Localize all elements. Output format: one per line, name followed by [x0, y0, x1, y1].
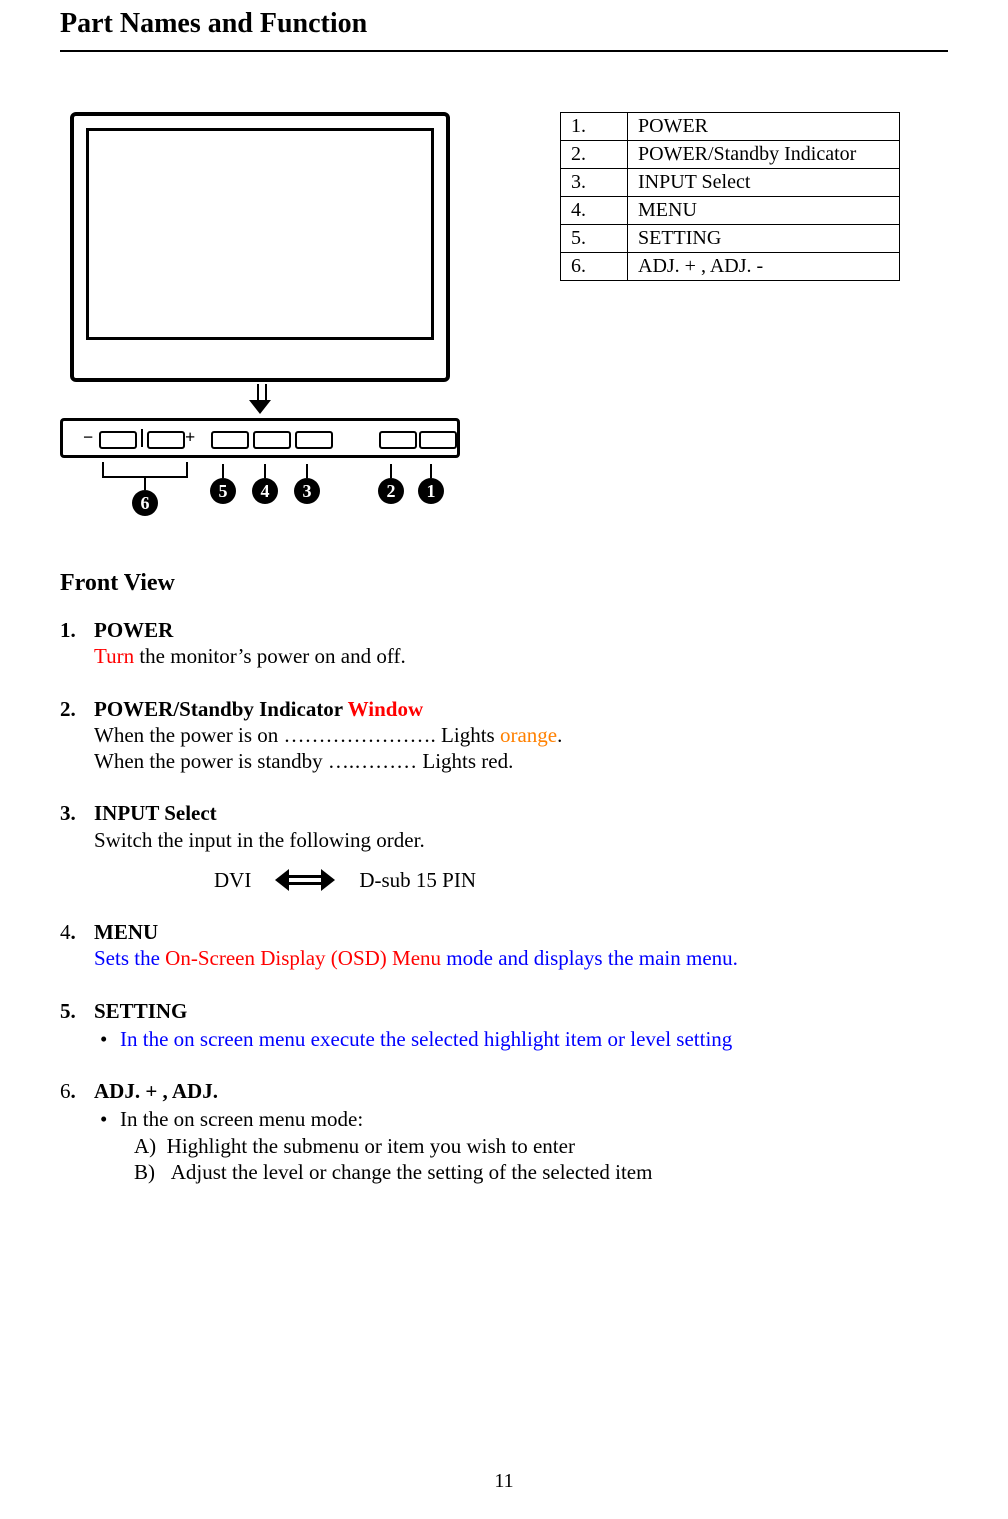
panel-callouts: 6 5 4 3 2 1 — [60, 464, 460, 520]
panel-power — [419, 431, 457, 449]
arrow-down-icon — [247, 384, 273, 414]
panel-plus-label: + — [185, 427, 195, 448]
table-row: 6.ADJ. + , ADJ. - — [561, 253, 900, 281]
input-swap-line: DVI D-sub 15 PIN — [214, 867, 948, 893]
table-row: 3.INPUT Select — [561, 169, 900, 197]
item-number: 5. — [60, 998, 94, 1053]
item-title: MENU — [94, 919, 948, 945]
callout-2: 2 — [378, 464, 404, 504]
item-number: 6. — [60, 1078, 94, 1185]
swap-arrow-icon — [275, 871, 335, 889]
front-item-6: 6. ADJ. + , ADJ. In the on screen menu m… — [60, 1078, 948, 1185]
panel-indicator — [379, 431, 417, 449]
item-text: Switch the input in the following order. — [94, 827, 948, 853]
item-sublist: A) Highlight the submenu or item you wis… — [134, 1133, 948, 1186]
item-title: INPUT Select — [94, 800, 948, 826]
panel-menu — [253, 431, 291, 449]
panel-minus-label: − — [83, 427, 93, 448]
swap-right-label: D-sub 15 PIN — [359, 867, 476, 893]
monitor-outline — [70, 112, 450, 382]
page-number: 11 — [0, 1470, 1008, 1493]
title-rule — [60, 50, 948, 52]
front-item-5: 5. SETTING In the on screen menu execute… — [60, 998, 948, 1053]
item-title: SETTING — [94, 998, 948, 1024]
table-row: 5.SETTING — [561, 225, 900, 253]
front-view-list: 1. POWER Turn the monitor’s power on and… — [60, 617, 948, 1185]
item-title: POWER/Standby Indicator Window — [94, 696, 948, 722]
item-text: When the power is on …………………. Lights ora… — [94, 722, 948, 748]
parts-table: 1.POWER 2.POWER/Standby Indicator 3.INPU… — [560, 112, 900, 281]
callout-5: 5 — [210, 464, 236, 504]
item-number: 1. — [60, 617, 94, 670]
front-item-1: 1. POWER Turn the monitor’s power on and… — [60, 617, 948, 670]
callout-3: 3 — [294, 464, 320, 504]
front-item-4: 4. MENU Sets the On-Screen Display (OSD)… — [60, 919, 948, 972]
table-row: 4.MENU — [561, 197, 900, 225]
table-row: 2.POWER/Standby Indicator — [561, 141, 900, 169]
table-row: 1.POWER — [561, 113, 900, 141]
item-text: Sets the On-Screen Display (OSD) Menu mo… — [94, 945, 948, 971]
panel-adj-minus — [99, 431, 137, 449]
panel-adj-plus — [147, 431, 185, 449]
item-title: ADJ. + , ADJ. — [94, 1078, 948, 1104]
panel-input — [295, 431, 333, 449]
item-text: In the on screen menu execute the select… — [120, 1027, 732, 1051]
item-title: POWER — [94, 617, 948, 643]
control-panel: − + — [60, 418, 460, 458]
item-number: 4. — [60, 919, 94, 972]
front-item-2: 2. POWER/Standby Indicator Window When t… — [60, 696, 948, 775]
front-item-3: 3. INPUT Select Switch the input in the … — [60, 800, 948, 893]
callout-6: 6 — [132, 476, 158, 516]
panel-setting — [211, 431, 249, 449]
item-text: When the power is standby ….……… Lights r… — [94, 748, 948, 774]
panel-divider — [141, 429, 143, 447]
swap-left-label: DVI — [214, 867, 251, 893]
callout-4: 4 — [252, 464, 278, 504]
callout-1: 1 — [418, 464, 444, 504]
item-text: In the on screen menu mode: — [100, 1106, 948, 1132]
item-number: 3. — [60, 800, 94, 893]
front-view-heading: Front View — [60, 570, 948, 597]
item-text: Turn the monitor’s power on and off. — [94, 643, 948, 669]
monitor-figure: − + 6 5 4 3 2 1 — [60, 112, 460, 520]
item-number: 2. — [60, 696, 94, 775]
page-title: Part Names and Function — [60, 0, 948, 40]
